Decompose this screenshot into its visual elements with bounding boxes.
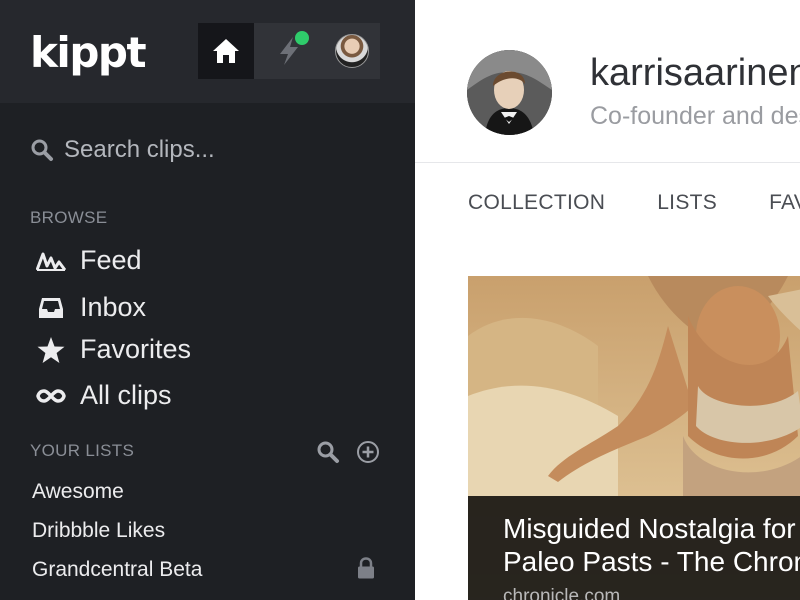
- top-nav: [198, 23, 380, 79]
- clip-title[interactable]: Misguided Nostalgia for Paleo Pasts - Th…: [503, 512, 800, 578]
- tab-lists[interactable]: LISTS: [657, 191, 717, 215]
- browse-heading: BROWSE: [30, 208, 108, 227]
- nav-item-label: Favorites: [80, 334, 192, 364]
- nav-item-label: Feed: [80, 245, 142, 275]
- infinity-icon: [36, 388, 66, 403]
- nav-item-feed[interactable]: Feed: [36, 245, 142, 276]
- nav-item-label: Inbox: [80, 292, 147, 322]
- notification-dot: [295, 31, 309, 45]
- profile-bio: Co-founder and designer: [590, 102, 800, 130]
- list-item-dribbble-likes[interactable]: Dribbble Likes: [32, 519, 165, 543]
- add-list-icon[interactable]: [356, 440, 380, 464]
- main-content: karrisaarinen Co-founder and designer CO…: [415, 0, 800, 600]
- portrait-image: [467, 50, 552, 135]
- nav-item-favorites[interactable]: Favorites: [36, 334, 191, 365]
- list-tools: [316, 440, 380, 464]
- clip-card[interactable]: Misguided Nostalgia for Paleo Pasts - Th…: [468, 276, 800, 600]
- lock-icon: [358, 557, 374, 579]
- avatar: [335, 34, 369, 68]
- tab-collection[interactable]: COLLECTION: [468, 191, 605, 215]
- clip-caption: Misguided Nostalgia for Paleo Pasts - Th…: [468, 496, 800, 600]
- search-input[interactable]: Search clips...: [64, 136, 215, 164]
- tab-favorites[interactable]: FAVORITES: [769, 191, 800, 215]
- list-item-grandcentral-beta[interactable]: Grandcentral Beta: [32, 558, 202, 582]
- search-clips[interactable]: Search clips...: [30, 136, 215, 164]
- kippt-logo[interactable]: kippt: [30, 28, 147, 77]
- user-menu-button[interactable]: [324, 23, 380, 79]
- nav-item-label: All clips: [80, 380, 172, 410]
- inbox-icon: [39, 297, 63, 318]
- profile-avatar[interactable]: [467, 50, 552, 135]
- home-icon: [213, 39, 239, 63]
- top-bar: kippt: [0, 0, 415, 103]
- nav-item-all-clips[interactable]: All clips: [36, 380, 172, 411]
- profile-username: karrisaarinen: [590, 52, 800, 94]
- sidebar: kippt Search clips... BROWSE Feed Inbox …: [0, 0, 415, 600]
- header-divider: [415, 162, 800, 163]
- clip-domain: chronicle.com: [503, 586, 621, 600]
- your-lists-heading: YOUR LISTS: [30, 441, 135, 460]
- feed-icon: [36, 252, 66, 271]
- nav-item-inbox[interactable]: Inbox: [36, 292, 146, 323]
- search-icon: [31, 139, 53, 161]
- search-lists-icon[interactable]: [316, 440, 340, 464]
- activity-button[interactable]: [254, 23, 324, 79]
- profile-tabs: COLLECTION LISTS FAVORITES: [468, 191, 800, 215]
- home-button[interactable]: [198, 23, 254, 79]
- list-item-awesome[interactable]: Awesome: [32, 480, 124, 504]
- star-icon: [37, 336, 65, 363]
